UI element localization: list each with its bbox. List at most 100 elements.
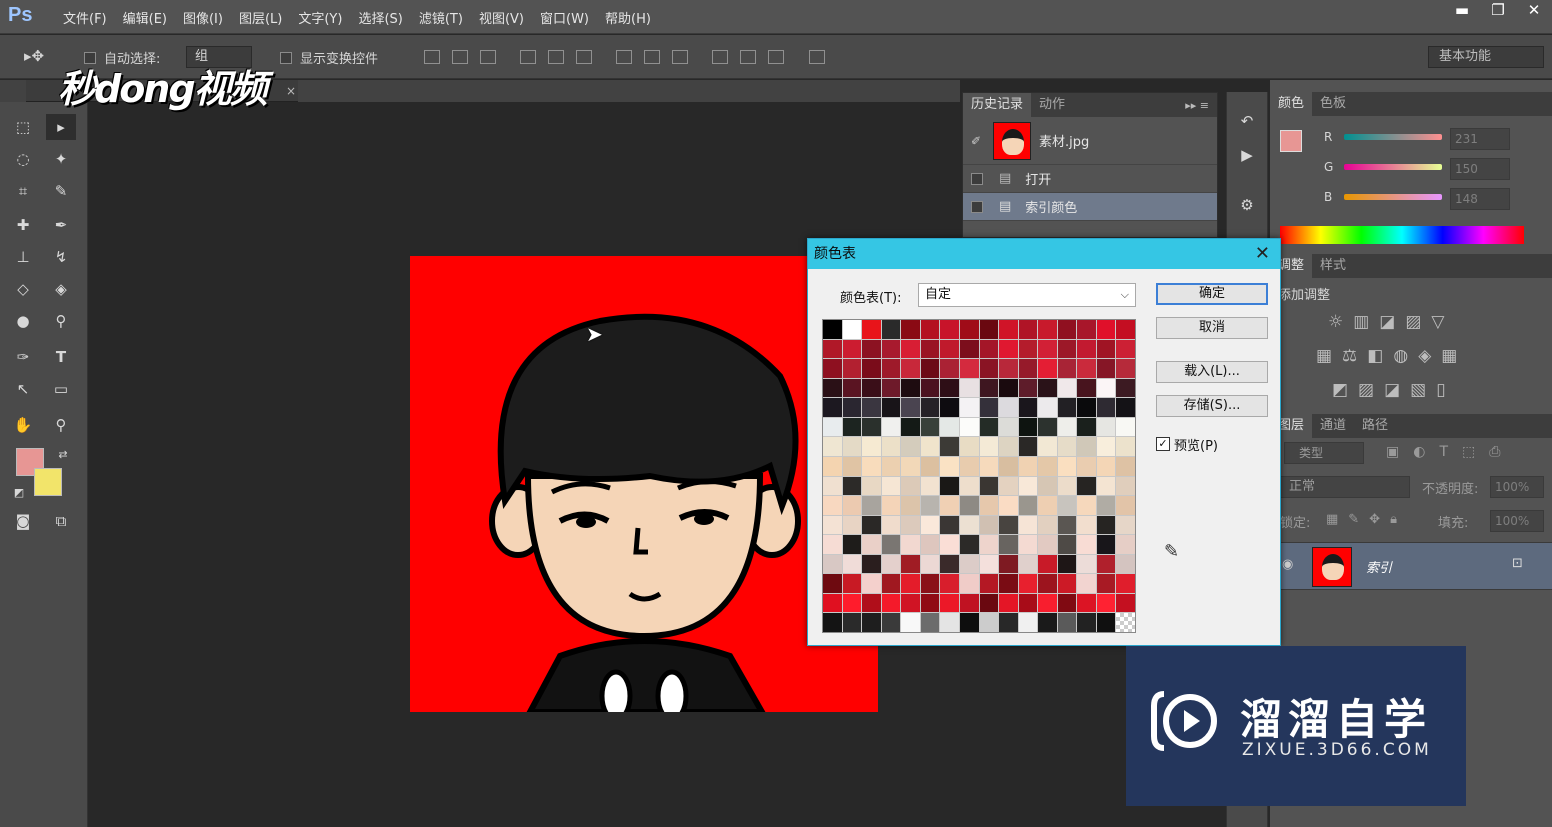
color-swatch[interactable] [979,417,999,437]
tab-paths[interactable]: 路径 [1354,414,1396,438]
distribute-bottom-icon[interactable] [672,49,689,64]
color-swatch[interactable] [920,359,940,378]
color-swatch[interactable] [920,476,940,496]
opacity-value[interactable]: 100% [1490,476,1544,498]
dialog-close-icon[interactable]: ✕ [1255,239,1270,269]
history-brush-icon[interactable]: ↯ [46,244,76,270]
color-swatch[interactable] [1077,417,1096,437]
channel-r-value[interactable]: 231 [1450,128,1510,150]
color-swatch[interactable] [940,476,959,496]
color-swatch[interactable] [959,476,979,496]
color-swatch[interactable] [920,320,940,339]
color-swatch[interactable] [979,339,999,359]
color-swatch[interactable] [1018,417,1038,437]
color-swatch[interactable] [842,593,862,613]
color-swatch[interactable] [1096,339,1116,359]
color-swatch[interactable] [1057,613,1077,632]
rectangle-tool-icon[interactable]: ▭ [46,376,76,402]
color-swatch[interactable] [999,378,1018,398]
color-swatch[interactable] [1018,398,1038,417]
color-swatch[interactable] [1096,613,1116,632]
default-colors-icon[interactable]: ◩ [4,480,34,506]
color-swatch[interactable] [940,339,959,359]
color-swatch[interactable] [1018,476,1038,496]
color-swatch[interactable] [862,378,881,398]
color-swatch[interactable] [999,496,1018,515]
color-swatch[interactable] [842,339,862,359]
color-swatch[interactable] [823,476,842,496]
minimize-button[interactable]: ▬ [1444,0,1480,22]
color-swatch[interactable] [842,496,862,515]
color-swatch[interactable] [940,574,959,593]
color-swatch[interactable] [940,554,959,574]
menu-help[interactable]: 帮助(H) [597,8,659,27]
color-swatch[interactable] [1116,515,1135,535]
color-swatch[interactable] [1057,554,1077,574]
color-swatch[interactable] [842,359,862,378]
color-swatch[interactable] [920,437,940,456]
history-panel-icon[interactable]: ↶ [1232,108,1262,134]
load-button[interactable]: 载入(L)... [1156,361,1268,383]
color-swatch[interactable] [1038,535,1057,554]
hand-tool-icon[interactable]: ✋ [8,412,38,438]
color-swatch[interactable] [823,535,842,554]
color-swatch[interactable] [920,613,940,632]
color-swatch[interactable] [979,535,999,554]
color-swatch[interactable] [959,496,979,515]
color-swatch[interactable] [1116,496,1135,515]
menu-type[interactable]: 文字(Y) [290,8,350,27]
layer-filter-dropdown[interactable]: 类型 [1284,442,1364,464]
color-swatch[interactable] [920,339,940,359]
color-swatch[interactable] [881,496,901,515]
color-swatch[interactable] [862,437,881,456]
color-panel-foreground[interactable] [1280,130,1302,152]
lasso-tool-icon[interactable]: ◌ [8,146,38,172]
color-swatch[interactable] [823,437,842,456]
color-swatch[interactable] [1057,574,1077,593]
color-swatch[interactable] [862,574,881,593]
color-swatch[interactable] [959,437,979,456]
color-swatch[interactable] [842,320,862,339]
color-swatch[interactable] [842,456,862,476]
close-button[interactable]: ✕ [1516,0,1552,22]
color-table-select[interactable]: 自定 ⌵ [918,283,1136,307]
color-swatch[interactable] [1077,398,1096,417]
color-swatch[interactable] [901,339,920,359]
pen-tool-icon[interactable]: ✑ [8,344,38,370]
color-swatch[interactable] [1077,378,1096,398]
screen-mode-icon[interactable]: ⧉ [46,508,76,534]
color-swatch[interactable] [881,417,901,437]
magic-wand-icon[interactable]: ✦ [46,146,76,172]
color-swatch[interactable] [862,320,881,339]
path-select-icon[interactable]: ↖ [8,376,38,402]
channel-g-slider[interactable] [1344,164,1442,170]
align-right-icon[interactable] [576,49,593,64]
color-swatch[interactable] [999,554,1018,574]
color-swatch[interactable] [1018,593,1038,613]
color-swatch[interactable] [901,456,920,476]
color-swatch[interactable] [999,574,1018,593]
color-swatch[interactable] [1018,574,1038,593]
color-swatch[interactable] [862,339,881,359]
color-swatch[interactable] [1057,476,1077,496]
color-swatch[interactable] [999,359,1018,378]
color-swatch[interactable] [1057,359,1077,378]
color-swatch[interactable] [901,574,920,593]
color-swatch[interactable] [940,613,959,632]
color-swatch[interactable] [842,535,862,554]
align-hcenter-icon[interactable] [548,49,565,64]
color-swatch[interactable] [1057,320,1077,339]
color-swatch[interactable] [940,437,959,456]
align-vcenter-icon[interactable] [452,49,468,64]
color-swatch[interactable] [862,359,881,378]
color-swatch[interactable] [862,398,881,417]
tab-channels[interactable]: 通道 [1312,414,1354,438]
color-swatch[interactable] [979,613,999,632]
history-snapshot[interactable]: ✐ 素材.jpg [963,117,1217,165]
color-swatch[interactable] [862,554,881,574]
color-swatch[interactable] [920,417,940,437]
color-swatch[interactable] [1096,320,1116,339]
distribute-top-icon[interactable] [616,49,633,64]
color-swatch[interactable] [901,320,920,339]
color-swatch[interactable] [901,593,920,613]
